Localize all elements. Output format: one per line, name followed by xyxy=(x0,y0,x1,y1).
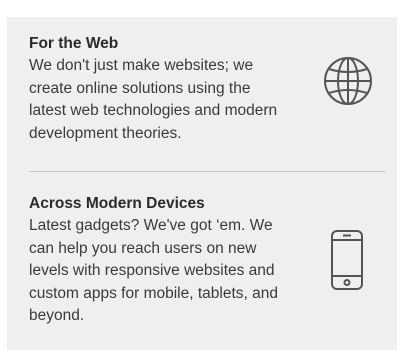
service-web-line-4: development theories. xyxy=(29,124,182,142)
service-devices-line-5: beyond. xyxy=(29,307,85,324)
service-web-line-2: create online solutions using the xyxy=(29,79,251,97)
service-web-description: We don't just make websites; we create o… xyxy=(29,55,329,145)
service-devices-line-3: levels with responsive websites and xyxy=(29,262,275,279)
service-devices-description: Latest gadgets? We've got ‘em. We can he… xyxy=(29,215,329,328)
globe-icon xyxy=(324,57,372,105)
service-devices-line-4: custom apps for mobile, tablets, and xyxy=(29,284,278,302)
section-divider xyxy=(29,171,386,172)
service-devices-line-2: can help you reach users on new xyxy=(29,239,257,257)
mobile-phone-icon xyxy=(331,230,363,290)
service-web-title: For the Web xyxy=(29,35,119,52)
service-devices-title: Across Modern Devices xyxy=(29,195,205,212)
service-devices-line-1: Latest gadgets? We've got ‘em. We xyxy=(29,217,273,234)
services-panel: For the Web We don't just make websites;… xyxy=(7,17,397,350)
service-web-line-1: We don't just make websites; we xyxy=(29,57,254,74)
service-web-line-3: latest web technologies and modern xyxy=(29,102,278,119)
